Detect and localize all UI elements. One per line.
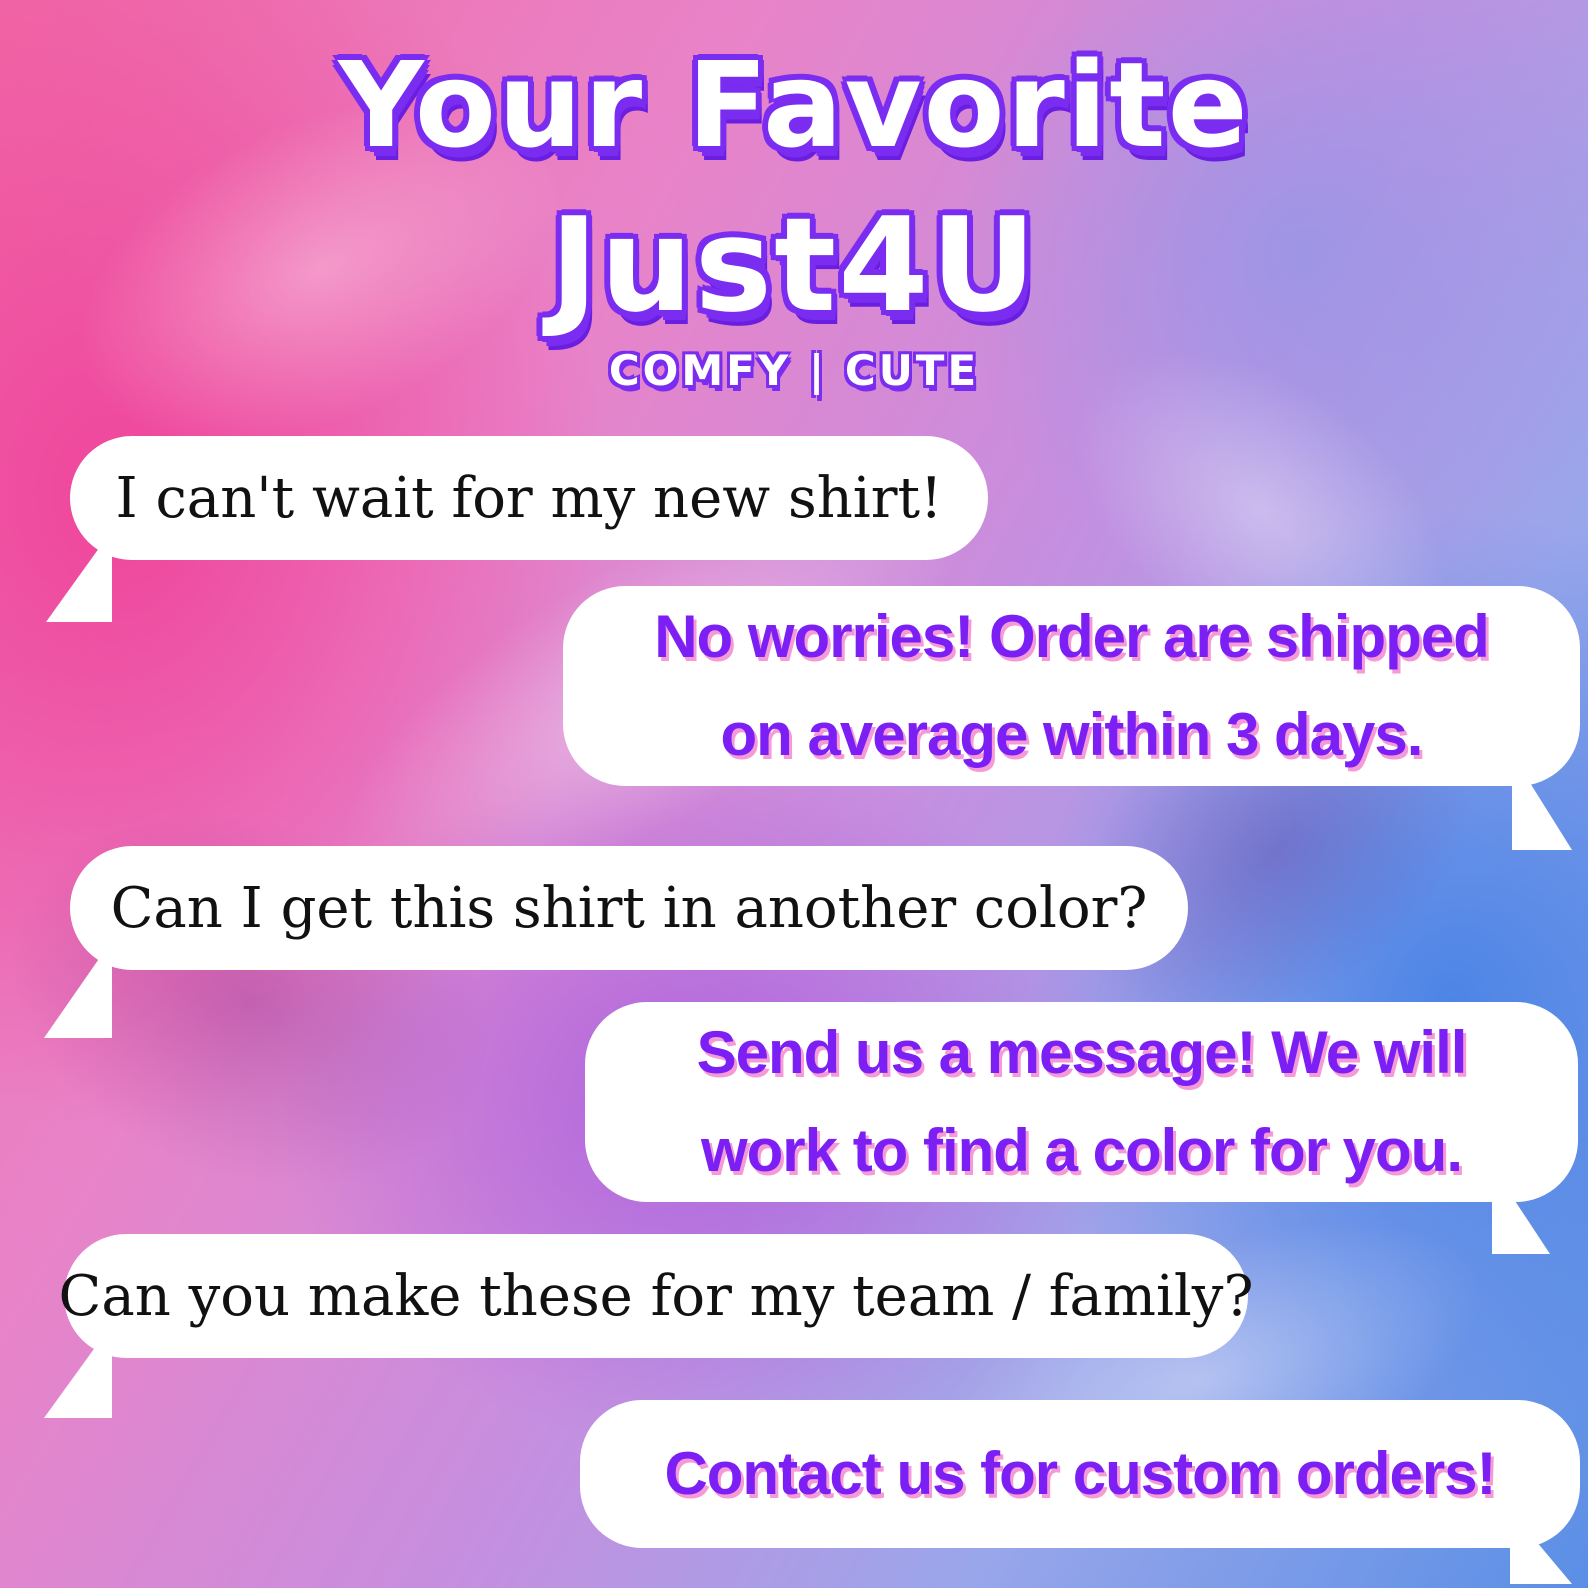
answer-bubble: Send us a message! We will work to find … [585,1002,1578,1202]
answer-text-line: Send us a message! We will [696,1019,1468,1086]
brand-tagline: COMFY | CUTE [608,346,980,395]
question-bubble: Can you make these for my team / family? [59,1234,1253,1358]
answer-text-line: on average within 3 days. [720,701,1424,768]
promo-graphic: Your Favorite Just4U COMFY | CUTE I can'… [0,0,1588,1588]
question-text: Can I get this shirt in another color? [110,875,1148,941]
answer-text-line: No worries! Order are shipped [654,603,1490,670]
question-bubble: Can I get this shirt in another color? [70,846,1188,970]
answer-bubble: No worries! Order are shipped on average… [563,586,1580,786]
question-bubble: I can't wait for my new shirt! [70,436,988,560]
question-text: I can't wait for my new shirt! [115,465,943,531]
answer-text-line: Contact us for custom orders! [664,1440,1496,1507]
answer-text-line: work to find a color for you. [700,1117,1463,1184]
brand-title-line1: Your Favorite [338,36,1250,174]
brand-title-line2: Just4U [549,189,1039,341]
answer-bubble: Contact us for custom orders! [580,1400,1580,1548]
question-text: Can you make these for my team / family? [58,1263,1254,1329]
